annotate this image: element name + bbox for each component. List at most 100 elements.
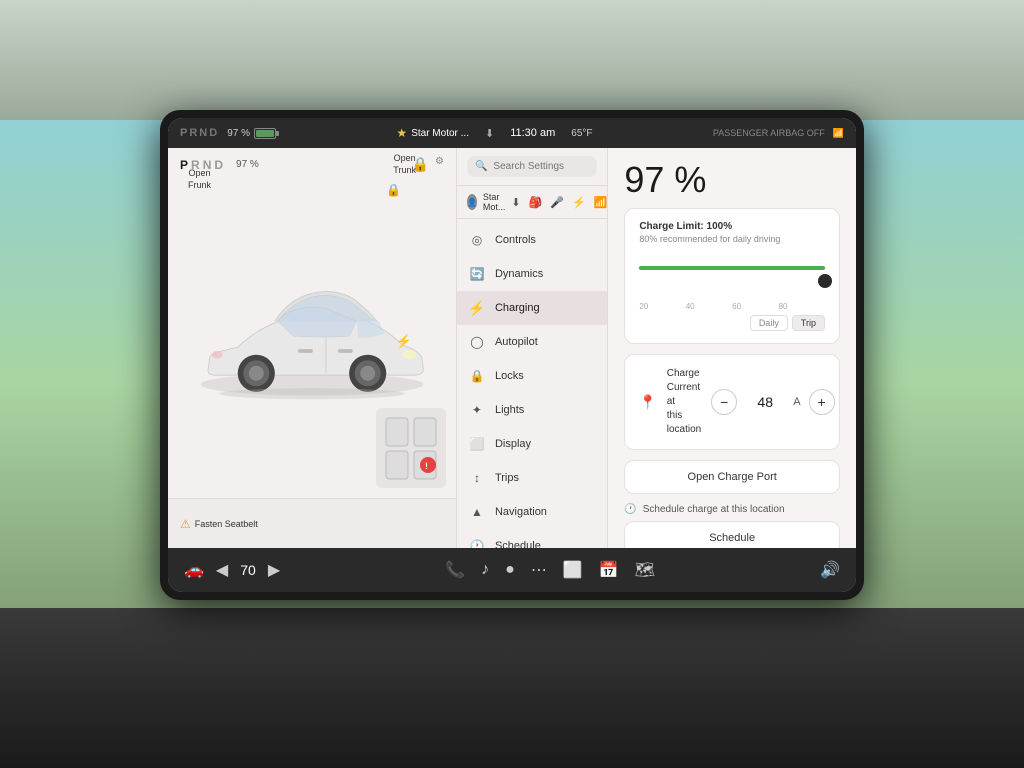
charging-menu-label: Charging — [495, 302, 540, 314]
trunk-lock-icon: 🔒 — [386, 183, 401, 197]
marker-60: 60 — [732, 302, 741, 311]
profile-avatar: 👤 — [467, 194, 477, 210]
sidebar-item-schedule[interactable]: 🕐 Schedule — [457, 529, 607, 548]
main-content: PRND 97 % 🔒 ⚙ Open Frunk Open Trunk 🔒 — [168, 148, 856, 548]
sidebar-item-dynamics[interactable]: 🔄 Dynamics — [457, 257, 607, 291]
sidebar-item-controls[interactable]: ◎ Controls — [457, 223, 607, 257]
star-icon: ★ — [396, 126, 407, 140]
open-frunk-label[interactable]: Open Frunk — [188, 168, 211, 191]
download-icon: ⬇ — [485, 127, 494, 140]
calendar-icon[interactable]: 📅 — [599, 560, 619, 580]
star-motor-logo: ★ Star Motor ... — [396, 126, 469, 140]
sidebar-item-navigation[interactable]: ▲ Navigation — [457, 495, 607, 529]
taskbar-right: 🔊 — [820, 560, 840, 580]
schedule-section: 🕐 Schedule charge at this location Sched… — [624, 504, 840, 548]
back-button[interactable]: ◀ — [216, 560, 228, 580]
dashboard-top — [0, 0, 1024, 120]
sidebar-item-autopilot[interactable]: ◯ Autopilot — [457, 325, 607, 359]
marker-80: 80 — [779, 302, 788, 311]
charging-menu-icon: ⚡ — [469, 300, 485, 316]
search-input[interactable] — [493, 161, 589, 172]
sidebar-item-trips[interactable]: ↕ Trips — [457, 461, 607, 495]
screen-bezel: PRND 97 % ★ Star Motor ... ⬇ 11:30 am 65… — [160, 110, 864, 600]
navigation-menu-label: Navigation — [495, 506, 547, 518]
charge-limit-subtitle: 80% recommended for daily driving — [639, 234, 825, 244]
charge-limit-slider[interactable] — [639, 254, 825, 284]
tesla-screen: PRND 97 % ★ Star Motor ... ⬇ 11:30 am 65… — [168, 118, 856, 592]
battery-icon — [254, 128, 276, 139]
autopilot-menu-icon: ◯ — [469, 334, 485, 350]
phone-icon[interactable]: 📞 — [445, 560, 465, 580]
battery-status: 97 % — [227, 128, 276, 139]
sidebar-item-lights[interactable]: ✦ Lights — [457, 393, 607, 427]
more-icon[interactable]: ⋯ — [531, 560, 547, 580]
seatbelt-warning-text: Fasten Seatbelt — [195, 519, 258, 529]
grid-icon[interactable]: ⬜ — [563, 560, 583, 580]
forward-button[interactable]: ▶ — [268, 560, 280, 580]
increase-current-button[interactable]: + — [809, 389, 835, 415]
charging-details-panel: 97 % Charge Limit: 100% 80% recommended … — [608, 148, 856, 548]
slider-thumb[interactable] — [818, 274, 832, 288]
schedule-button[interactable]: Schedule — [624, 521, 840, 548]
decrease-current-button[interactable]: − — [711, 389, 737, 415]
star-motor-name: Star Motor ... — [411, 128, 469, 139]
media-icon[interactable]: ● — [505, 561, 515, 579]
battery-percent-top: 97 % — [227, 128, 250, 139]
volume-icon[interactable]: 🔊 — [820, 560, 840, 580]
search-bar: 🔍 — [457, 148, 607, 186]
settings-small-icon: ⚙ — [435, 156, 444, 173]
charge-percent-small: 97 % — [236, 159, 259, 170]
warning-triangle-icon: ⚠ — [180, 517, 191, 531]
tab-daily[interactable]: Daily — [750, 315, 788, 331]
svg-text:!: ! — [425, 461, 428, 471]
navigation-menu-icon: ▲ — [469, 504, 485, 520]
battery-fill — [256, 130, 274, 137]
slider-markers: 20 40 60 80 — [639, 302, 825, 311]
charge-current-controls: − 48 A + — [711, 389, 834, 415]
display-menu-label: Display — [495, 438, 531, 450]
display-menu-icon: ⬜ — [469, 436, 485, 452]
download-icon-profile[interactable]: ⬇ — [511, 196, 520, 209]
profile-name: Star Mot... — [483, 192, 506, 212]
status-bar-right: PASSENGER AIRBAG OFF 📶 — [713, 128, 844, 139]
taskbar-left: 🚗 ◀ 70 ▶ — [184, 560, 280, 580]
lights-menu-icon: ✦ — [469, 402, 485, 418]
mic-icon[interactable]: 🎤 — [550, 196, 564, 209]
profile-action-icons: ⬇ 🎒 🎤 ⚡ 📶 — [511, 196, 607, 209]
bluetooth-icon[interactable]: ⚡ — [572, 196, 586, 209]
car-status-icons: 🔒 ⚙ — [412, 156, 444, 173]
charge-current-card: 📍 Charge Current at this location − 48 A… — [624, 354, 840, 450]
dynamics-menu-label: Dynamics — [495, 268, 543, 280]
door-icons-panel: ! — [376, 408, 446, 488]
sidebar-item-charging[interactable]: ⚡ Charging — [457, 291, 607, 325]
charge-current-label: Charge Current at this location — [667, 367, 701, 437]
temperature-display: 65°F — [571, 128, 592, 139]
open-charge-port-button[interactable]: Open Charge Port — [624, 460, 840, 494]
gear-indicator: PRND — [180, 127, 219, 139]
open-trunk-label[interactable]: Open Trunk — [393, 153, 416, 176]
marker-20: 20 — [639, 302, 648, 311]
bottom-warning-bar: ⚠ Fasten Seatbelt — [168, 498, 456, 548]
status-bar-center: ★ Star Motor ... ⬇ 11:30 am 65°F — [396, 126, 592, 140]
music-icon[interactable]: ♪ — [481, 561, 489, 579]
trips-menu-label: Trips — [495, 472, 519, 484]
status-bar-left: PRND 97 % — [180, 127, 276, 139]
bag-icon[interactable]: 🎒 — [529, 196, 543, 209]
battery-percent-large: 97 % — [624, 162, 840, 198]
schedule-menu-label: Schedule — [495, 540, 541, 548]
maps-icon[interactable]: 🗺 — [635, 560, 655, 580]
slider-fill — [639, 266, 825, 270]
search-icon: 🔍 — [475, 161, 487, 172]
trips-menu-icon: ↕ — [469, 470, 485, 486]
signal-bars-icon: 📶 — [594, 196, 608, 209]
search-wrapper[interactable]: 🔍 — [467, 156, 597, 177]
tab-trip[interactable]: Trip — [792, 315, 825, 331]
sidebar-item-display[interactable]: ⬜ Display — [457, 427, 607, 461]
current-value: 48 — [745, 394, 785, 410]
settings-panel: 🔍 👤 Star Mot... ⬇ 🎒 🎤 ⚡ 📶 — [457, 148, 608, 548]
settings-menu-list: ◎ Controls 🔄 Dynamics ⚡ Charging ◯ Autop… — [457, 219, 607, 548]
autopilot-menu-label: Autopilot — [495, 336, 538, 348]
sidebar-item-locks[interactable]: 🔒 Locks — [457, 359, 607, 393]
marker-40: 40 — [686, 302, 695, 311]
car-taskbar-icon[interactable]: 🚗 — [184, 560, 204, 580]
